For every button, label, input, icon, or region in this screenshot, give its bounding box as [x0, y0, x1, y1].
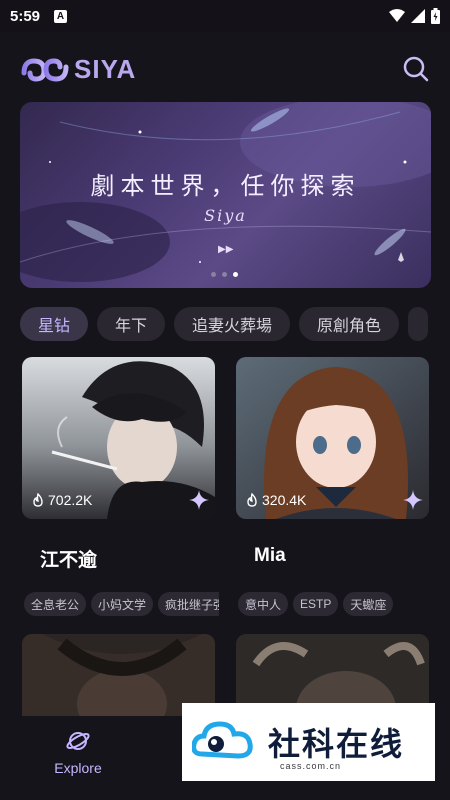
character-tag[interactable]: 意中人 [238, 592, 289, 616]
app-header: SIYA [0, 50, 450, 90]
watermark-logo-icon [192, 721, 253, 759]
nav-explore-label: Explore [54, 760, 102, 776]
tab-category[interactable]: 年下 [97, 307, 166, 341]
card-stats: 702.2K [32, 492, 92, 508]
character-tag[interactable]: 小妈文学 [91, 592, 154, 616]
banner-page-dot[interactable] [222, 272, 227, 277]
category-tabs: 星钻 年下 追妻火葬場 原創角色 [20, 307, 450, 341]
tab-category-partial[interactable] [408, 307, 429, 341]
sparkle-icon[interactable] [403, 490, 423, 510]
banner-page-dot[interactable] [211, 272, 216, 277]
nav-explore[interactable]: Explore [48, 728, 108, 776]
character-tag[interactable]: 疯批继子强 [158, 592, 219, 616]
character-tag[interactable]: 天蠍座 [343, 592, 394, 616]
character-tags: 意中人 ESTP 天蠍座 [238, 592, 433, 616]
tab-category[interactable]: 原創角色 [299, 307, 400, 341]
card-heat-count: 320.4K [262, 492, 307, 508]
banner-title: 劇本世界，任你探索 [90, 172, 361, 200]
signal-icon [411, 9, 425, 23]
card-stats: 320.4K [246, 492, 306, 508]
character-tags: 全息老公 小妈文学 疯批继子强 [24, 592, 219, 616]
tab-category[interactable]: 追妻火葬場 [174, 307, 291, 341]
flame-icon [33, 493, 43, 507]
search-icon[interactable] [402, 55, 430, 83]
character-card[interactable]: 320.4K Mia 意中人 ESTP 天蠍座 [236, 357, 429, 617]
status-icons [389, 8, 440, 24]
promo-banner[interactable]: 劇本世界，任你探索 Siya ▶▶ [20, 102, 431, 288]
card-heat-count: 702.2K [48, 492, 93, 508]
siya-logo-icon [21, 57, 69, 82]
notification-icon: A [54, 9, 68, 23]
sparkle-icon[interactable] [189, 490, 209, 510]
character-name: Mia [254, 545, 286, 566]
banner-page-dot-active[interactable] [233, 272, 238, 277]
character-tag[interactable]: ESTP [293, 592, 339, 616]
character-tag[interactable]: 全息老公 [24, 592, 87, 616]
watermark-text: 社科在线 [268, 725, 405, 763]
status-bar: 5:59 A [0, 0, 450, 32]
banner-arrows-icon: ▶▶ [218, 244, 234, 255]
planet-icon [66, 732, 90, 750]
app-logo: SIYA [20, 54, 136, 85]
watermark-overlay: 社科在线 cass.com.cn [182, 703, 435, 781]
banner-subtitle: Siya [204, 206, 247, 225]
watermark-domain: cass.com.cn [280, 761, 342, 771]
banner-pagination [211, 272, 238, 277]
tab-category[interactable]: 星钻 [20, 307, 89, 341]
flame-icon [247, 493, 257, 507]
battery-icon [431, 8, 440, 24]
status-time: 5:59 [10, 7, 41, 25]
app-name: SIYA [74, 54, 137, 84]
wifi-icon [389, 9, 405, 22]
character-card[interactable]: 702.2K 江不逾 全息老公 小妈文学 疯批继子强 [22, 357, 219, 617]
character-name: 江不逾 [40, 550, 98, 571]
